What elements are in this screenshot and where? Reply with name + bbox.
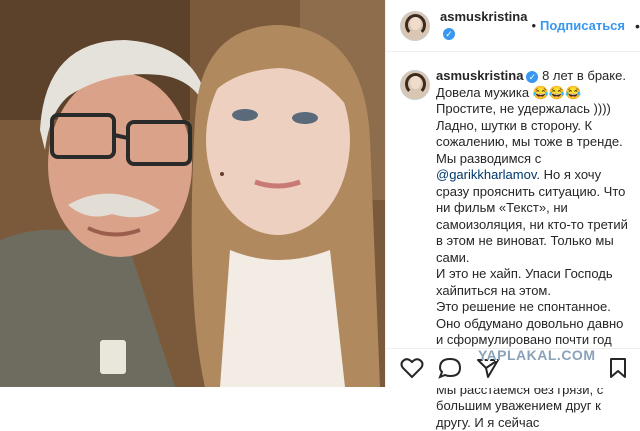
header-username[interactable]: asmuskristina	[440, 9, 527, 24]
avatar[interactable]	[400, 10, 430, 41]
caption-lead: 8 лет в браке.	[542, 68, 626, 83]
caption-part1: Довела мужика 😂😂😂 Простите, не удержалас…	[436, 84, 627, 166]
more-options-icon[interactable]: •••	[635, 18, 640, 34]
bookmark-icon[interactable]	[608, 357, 628, 379]
caption-username[interactable]: asmuskristina	[436, 68, 523, 83]
comment-icon[interactable]	[438, 357, 462, 379]
separator-dot: •	[531, 18, 536, 33]
mention-link[interactable]: @garikkharlamov	[436, 167, 536, 182]
caption-avatar[interactable]	[400, 70, 430, 100]
watermark: YAPLAKAL.COM	[478, 347, 596, 363]
caption-part2: . Но я хочу сразу прояснить ситуацию. Чт…	[436, 167, 628, 430]
couple-selfie-illustration	[0, 0, 385, 387]
verified-badge-icon: ✓	[526, 70, 539, 83]
post-sidebar: asmuskristina✓ • Подписаться ••• asmuskr…	[385, 0, 640, 430]
follow-button[interactable]: Подписаться	[540, 18, 625, 33]
post-header: asmuskristina ✓ • Подписаться •••	[386, 0, 640, 52]
header-username-wrap: asmuskristina ✓	[440, 8, 527, 44]
heart-icon[interactable]	[400, 357, 424, 379]
verified-badge-icon: ✓	[443, 28, 455, 41]
post-photo[interactable]	[0, 0, 385, 387]
